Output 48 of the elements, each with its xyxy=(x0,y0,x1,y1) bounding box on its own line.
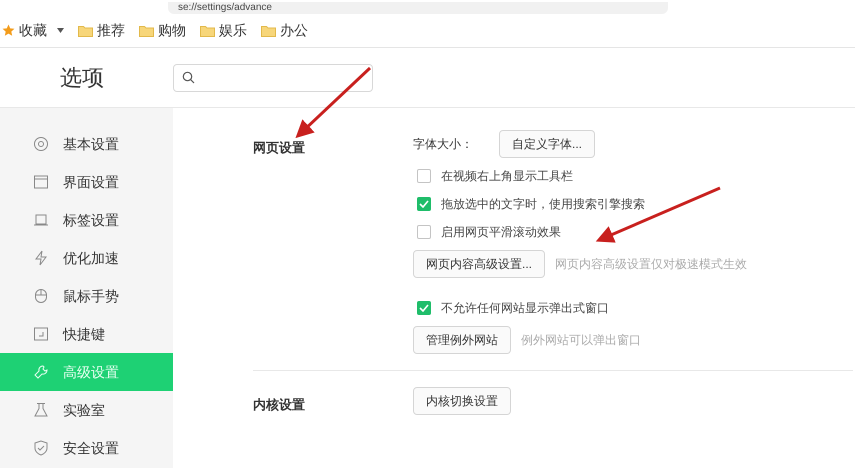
shield-icon xyxy=(33,440,49,456)
sidebar-item[interactable]: 界面设置 xyxy=(0,163,173,201)
setting-button[interactable]: 自定义字体... xyxy=(499,130,596,158)
section-heading: 内核设置 xyxy=(253,397,305,412)
sidebar-item[interactable]: 实验室 xyxy=(0,391,173,429)
sidebar-item[interactable]: 鼠标手势 xyxy=(0,277,173,315)
search-icon xyxy=(182,71,195,84)
checkbox[interactable] xyxy=(417,169,431,183)
checkbox[interactable] xyxy=(417,225,431,239)
lightning-icon xyxy=(33,250,49,266)
caret-icon[interactable] xyxy=(57,28,64,33)
checkbox-label: 拖放选中的文字时，使用搜索引擎搜索 xyxy=(441,196,645,213)
address-bar[interactable]: se://settings/advance xyxy=(168,2,668,14)
hint-text: 例外网站可以弹出窗口 xyxy=(521,332,641,349)
bookmark-link[interactable]: 购物 xyxy=(158,20,186,41)
setting-label: 字体大小： xyxy=(413,136,474,153)
folder-icon xyxy=(200,24,215,36)
sidebar-item[interactable]: 安全设置 xyxy=(0,429,173,467)
sidebar-item[interactable]: 基本设置 xyxy=(0,125,173,163)
checkbox-label: 启用网页平滑滚动效果 xyxy=(441,224,561,241)
checkbox[interactable] xyxy=(417,301,431,315)
setting-button[interactable]: 管理例外网站 xyxy=(413,326,511,354)
sidebar-item[interactable]: 优化加速 xyxy=(0,239,173,277)
hint-text: 网页内容高级设置仅对极速模式生效 xyxy=(555,256,748,273)
bookmark-link[interactable]: 办公 xyxy=(280,20,308,41)
flask-icon xyxy=(33,402,49,418)
star-icon xyxy=(2,24,15,37)
bookmark-link[interactable]: 推荐 xyxy=(97,20,125,41)
keyboard-icon xyxy=(33,326,49,342)
bookmark-link[interactable]: 收藏 xyxy=(19,20,47,41)
window-icon xyxy=(33,174,49,190)
mouse-icon xyxy=(33,288,49,304)
setting-button[interactable]: 内核切换设置 xyxy=(413,387,511,415)
setting-button[interactable]: 网页内容高级设置... xyxy=(413,250,546,278)
checkbox-label: 在视频右上角显示工具栏 xyxy=(441,168,573,185)
bookmark-link[interactable]: 娱乐 xyxy=(219,20,247,41)
checkbox-label: 不允许任何网站显示弹出式窗口 xyxy=(441,300,609,317)
folder-icon xyxy=(139,24,154,36)
laptop-icon xyxy=(33,212,49,228)
checkbox[interactable] xyxy=(417,197,431,211)
section-heading: 网页设置 xyxy=(253,140,305,155)
sidebar-item[interactable]: 快捷键 xyxy=(0,315,173,353)
wrench-icon xyxy=(33,364,49,380)
folder-icon xyxy=(261,24,276,36)
folder-icon xyxy=(78,24,93,36)
search-field[interactable] xyxy=(173,64,373,92)
sidebar-item[interactable]: 标签设置 xyxy=(0,201,173,239)
page-title: 选项 xyxy=(60,65,104,90)
